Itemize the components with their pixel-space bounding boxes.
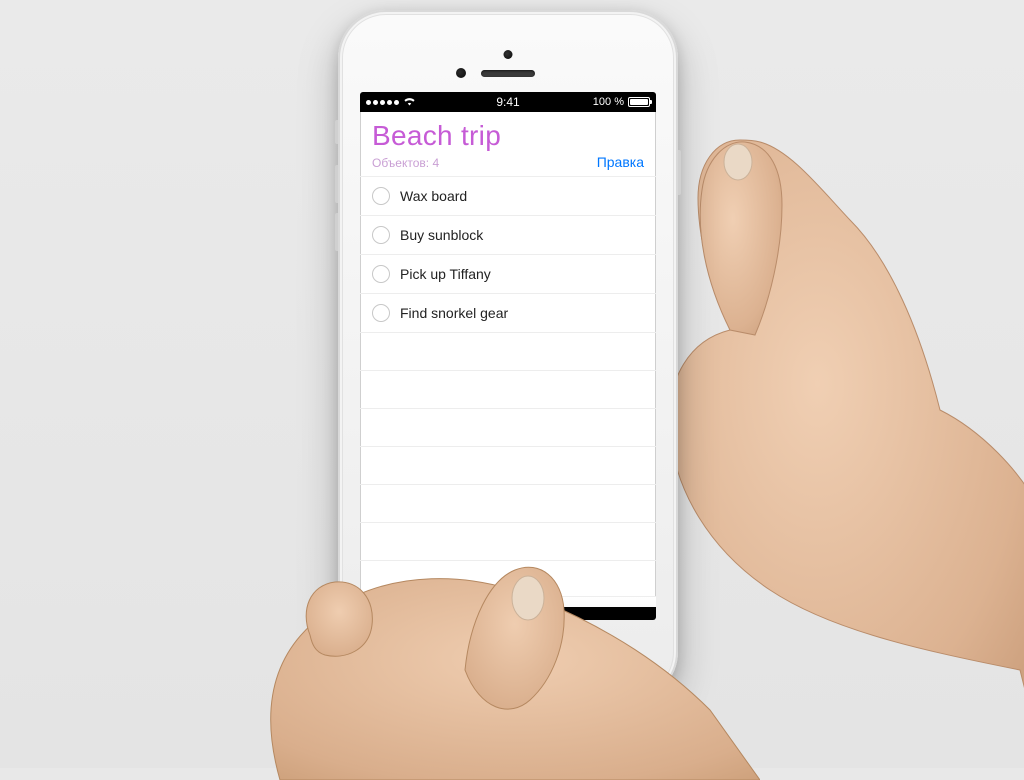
- list-title: Beach trip: [372, 120, 644, 152]
- status-left: [366, 96, 416, 109]
- power-button: [678, 150, 681, 195]
- edit-button[interactable]: Правка: [597, 154, 644, 170]
- volume-down-button: [335, 213, 338, 251]
- list-header: Beach trip Объектов: 4 Правка: [360, 112, 656, 177]
- checkbox-icon[interactable]: [372, 187, 390, 205]
- list-item[interactable]: Wax board: [360, 177, 656, 216]
- status-right: 100 %: [593, 96, 650, 108]
- item-label: Pick up Tiffany: [400, 266, 491, 282]
- item-label: Wax board: [400, 188, 467, 204]
- list-item[interactable]: Buy sunblock: [360, 216, 656, 255]
- proximity-sensor: [504, 50, 513, 59]
- status-time: 9:41: [496, 95, 519, 109]
- volume-up-button: [335, 165, 338, 203]
- battery-icon: [628, 97, 650, 107]
- battery-percent: 100 %: [593, 96, 624, 108]
- item-label: Buy sunblock: [400, 227, 483, 243]
- checkbox-icon[interactable]: [372, 226, 390, 244]
- checkbox-icon[interactable]: [372, 265, 390, 283]
- todo-list: Wax board Buy sunblock Pick up Tiffany F…: [360, 177, 656, 333]
- item-label: Find snorkel gear: [400, 305, 508, 321]
- checkbox-icon[interactable]: [372, 304, 390, 322]
- signal-dots-icon: [366, 100, 399, 105]
- earpiece: [481, 70, 535, 77]
- list-item[interactable]: Pick up Tiffany: [360, 255, 656, 294]
- item-count-label: Объектов: 4: [372, 156, 439, 170]
- wifi-icon: [403, 96, 416, 109]
- left-hand: [240, 460, 760, 780]
- stage: 9:41 100 % Beach trip Объектов: 4 Правка…: [0, 0, 1024, 768]
- front-camera: [456, 68, 466, 78]
- list-item[interactable]: Find snorkel gear: [360, 294, 656, 333]
- status-bar: 9:41 100 %: [360, 92, 656, 112]
- mute-switch: [335, 120, 338, 144]
